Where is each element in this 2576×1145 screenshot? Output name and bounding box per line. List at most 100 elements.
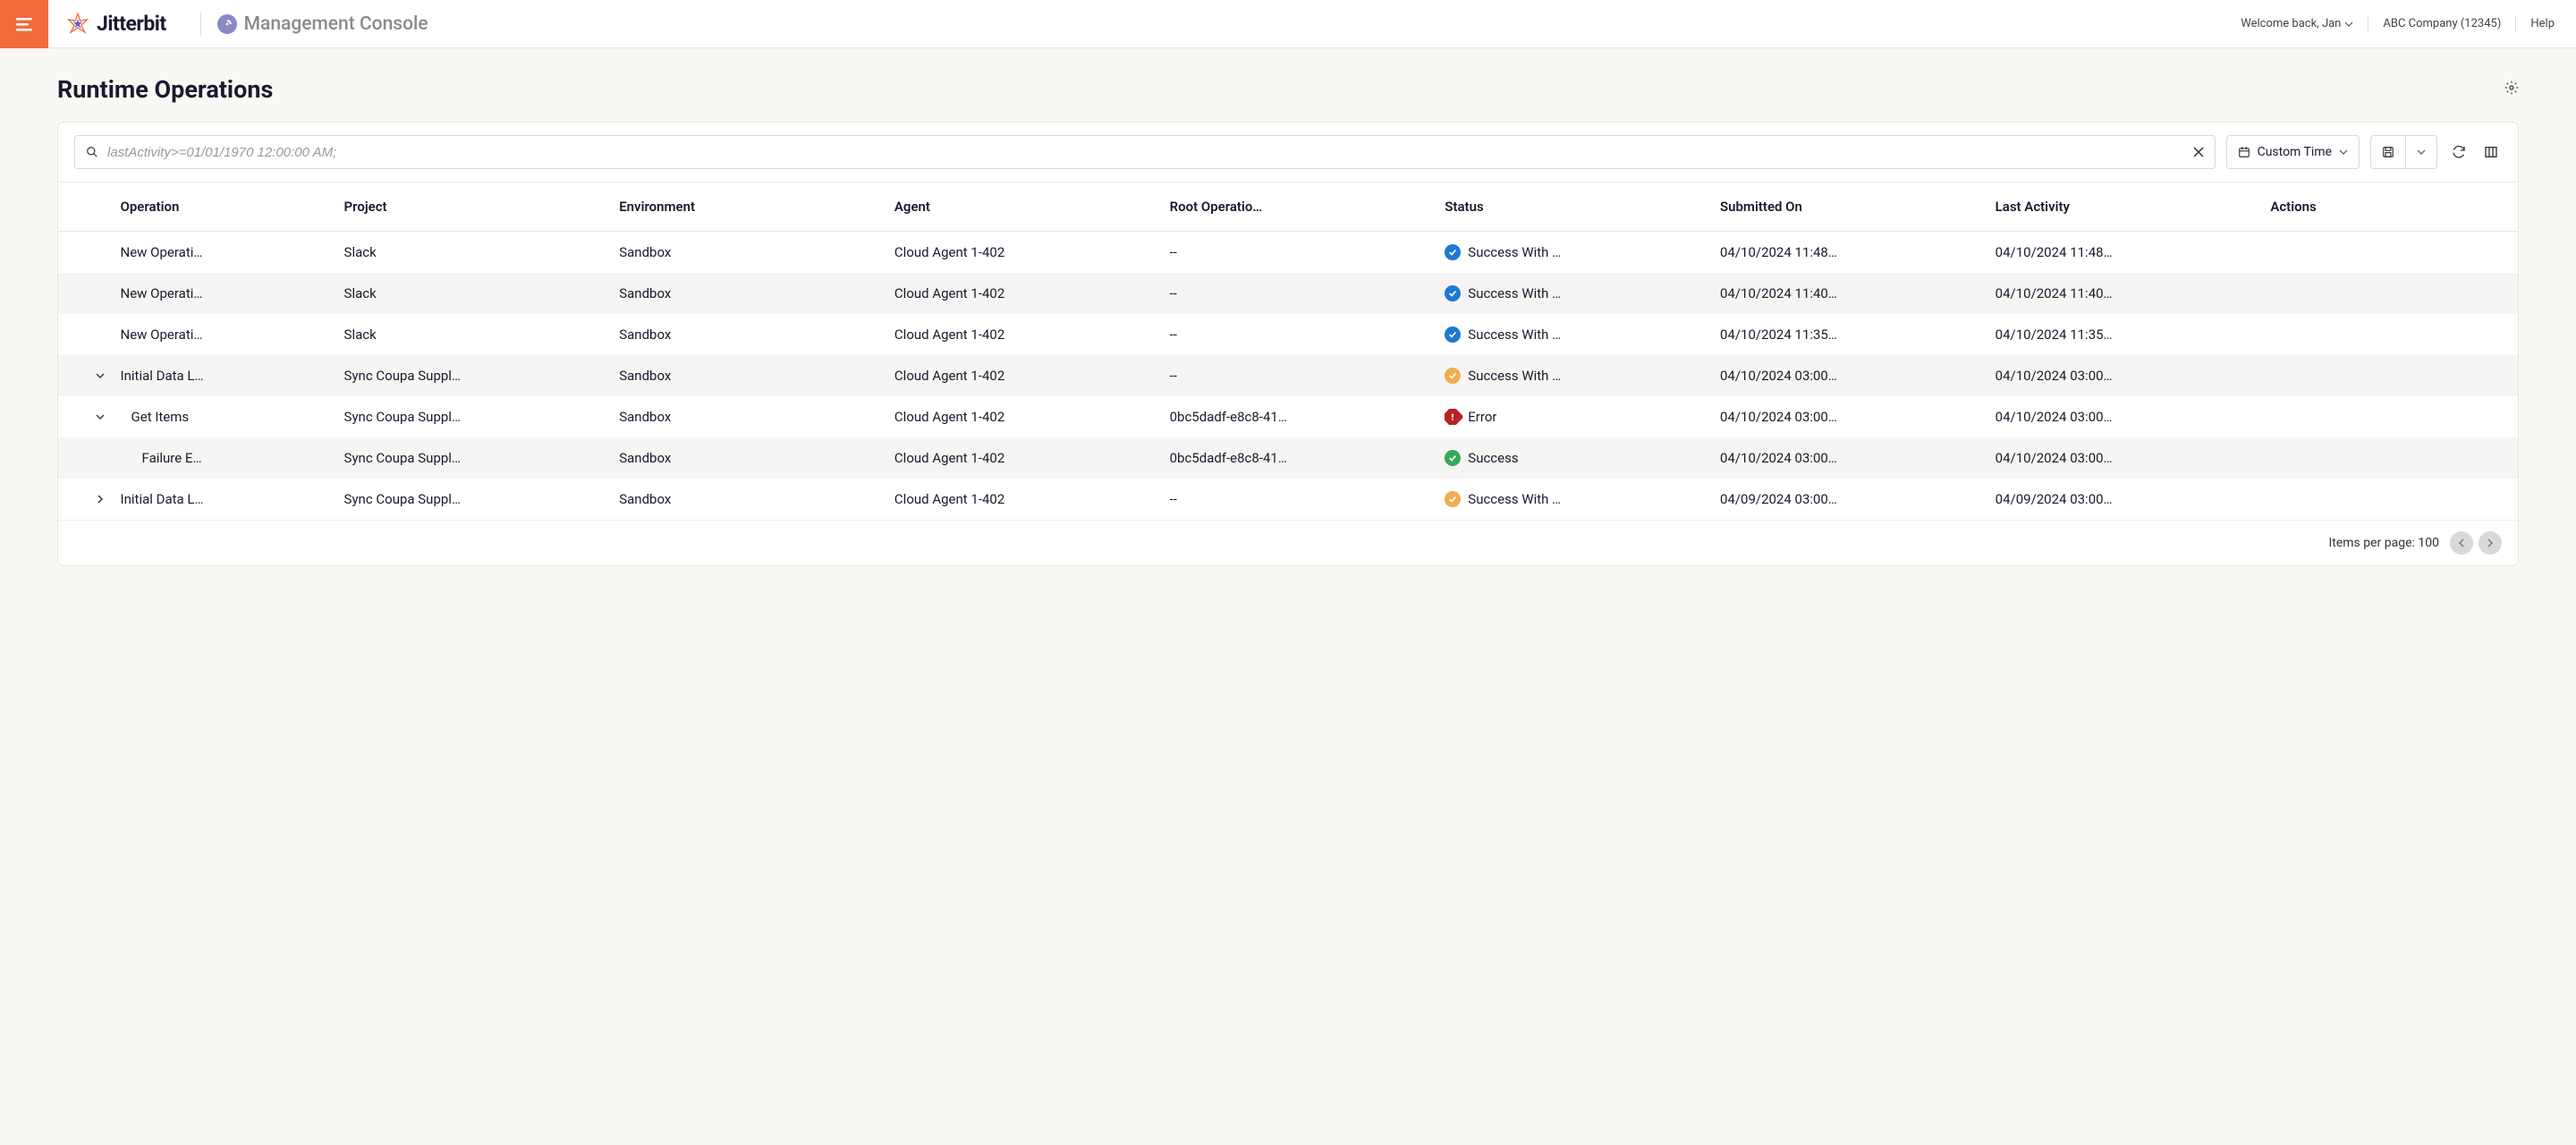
brand-name: Jitterbit	[97, 12, 166, 36]
cell-project: Sync Coupa Suppl…	[337, 479, 613, 520]
chevron-left-icon	[2457, 539, 2466, 547]
top-bar: Jitterbit Management Console Welcome bac…	[0, 0, 2576, 48]
col-status[interactable]: Status	[1437, 182, 1713, 232]
status-text: Success With …	[1468, 368, 1561, 384]
chevron-down-icon	[2344, 20, 2353, 29]
page-header: Runtime Operations	[57, 75, 2519, 104]
cell-root: --	[1163, 355, 1438, 396]
search-icon	[86, 146, 98, 158]
page-title: Runtime Operations	[57, 75, 273, 104]
save-dropdown-button[interactable]	[2405, 136, 2436, 168]
collapse-icon[interactable]	[94, 371, 106, 380]
cell-root: --	[1163, 479, 1438, 520]
expand-icon[interactable]	[94, 495, 106, 504]
col-submitted[interactable]: Submitted On	[1713, 182, 1988, 232]
close-icon	[2193, 147, 2204, 157]
col-last[interactable]: Last Activity	[1988, 182, 2264, 232]
clear-search-button[interactable]	[2193, 144, 2204, 161]
col-project[interactable]: Project	[337, 182, 613, 232]
status-text: Success With …	[1468, 244, 1561, 260]
col-root[interactable]: Root Operatio…	[1163, 182, 1438, 232]
next-page-button[interactable]	[2479, 531, 2502, 555]
table-row[interactable]: New Operati…SlackSandboxCloud Agent 1-40…	[58, 314, 2518, 355]
console-title: Management Console	[244, 13, 428, 35]
menu-toggle-button[interactable]	[0, 0, 48, 48]
cell-submitted: 04/10/2024 11:35…	[1713, 314, 1988, 355]
cell-project: Sync Coupa Suppl…	[337, 437, 613, 479]
prev-page-button[interactable]	[2450, 531, 2473, 555]
cell-environment: Sandbox	[612, 479, 887, 520]
status-icon	[1445, 285, 1461, 301]
cell-submitted: 04/10/2024 11:40…	[1713, 273, 1988, 314]
cell-agent: Cloud Agent 1-402	[887, 314, 1163, 355]
company-label[interactable]: ABC Company (12345)	[2383, 17, 2501, 30]
table-row[interactable]: Failure E… Sync Coupa Suppl…SandboxCloud …	[58, 437, 2518, 479]
cell-submitted: 04/09/2024 03:00…	[1713, 479, 1988, 520]
cell-project: Slack	[337, 232, 613, 274]
cell-last: 04/10/2024 11:40…	[1988, 273, 2264, 314]
table-row[interactable]: Initial Data L…Sync Coupa Suppl…SandboxC…	[58, 479, 2518, 520]
divider	[2515, 16, 2516, 32]
save-button-group	[2370, 135, 2437, 169]
col-actions[interactable]: Actions	[2263, 182, 2518, 232]
table-footer: Items per page: 100	[58, 520, 2518, 565]
settings-button[interactable]	[2504, 81, 2519, 98]
cell-environment: Sandbox	[612, 437, 887, 479]
cell-actions	[2263, 314, 2518, 355]
cell-last: 04/10/2024 03:00…	[1988, 396, 2264, 437]
cell-root: 0bc5dadf-e8c8-41…	[1163, 437, 1438, 479]
table-row[interactable]: New Operati…SlackSandboxCloud Agent 1-40…	[58, 273, 2518, 314]
col-operation[interactable]: Operation	[114, 182, 337, 232]
cell-actions	[2263, 355, 2518, 396]
cell-project: Slack	[337, 273, 613, 314]
col-environment[interactable]: Environment	[612, 182, 887, 232]
operation-name: New Operati…	[121, 244, 203, 260]
save-icon	[2382, 146, 2394, 158]
cell-project: Slack	[337, 314, 613, 355]
logo-area: Jitterbit	[48, 12, 184, 36]
divider	[200, 12, 201, 37]
cell-last: 04/10/2024 11:48…	[1988, 232, 2264, 274]
status-text: Success	[1468, 450, 1518, 466]
cell-actions	[2263, 479, 2518, 520]
status-icon	[1445, 491, 1461, 507]
status-icon	[1445, 244, 1461, 260]
col-agent[interactable]: Agent	[887, 182, 1163, 232]
chevron-down-icon	[2417, 148, 2426, 157]
table-row[interactable]: New Operati… SlackSandboxCloud Agent 1-40…	[58, 232, 2518, 274]
time-range-dropdown[interactable]: Custom Time	[2226, 135, 2360, 169]
cell-last: 04/10/2024 03:00…	[1988, 355, 2264, 396]
collapse-icon[interactable]	[94, 412, 106, 421]
cell-agent: Cloud Agent 1-402	[887, 437, 1163, 479]
operation-name: Initial Data L…	[121, 491, 204, 507]
status-text: Success With …	[1468, 327, 1561, 343]
cell-environment: Sandbox	[612, 232, 887, 274]
chevron-down-icon	[2339, 148, 2348, 157]
columns-button[interactable]	[2480, 135, 2502, 169]
refresh-button[interactable]	[2448, 135, 2470, 169]
gear-icon	[2504, 81, 2519, 95]
cell-agent: Cloud Agent 1-402	[887, 355, 1163, 396]
cell-actions	[2263, 437, 2518, 479]
cell-last: 04/10/2024 11:35…	[1988, 314, 2264, 355]
cell-root: --	[1163, 273, 1438, 314]
table-row[interactable]: Initial Data L…Sync Coupa Suppl…SandboxC…	[58, 355, 2518, 396]
jitterbit-logo-icon	[66, 13, 89, 36]
cell-environment: Sandbox	[612, 273, 887, 314]
console-gauge-icon	[217, 14, 237, 34]
cell-submitted: 04/10/2024 03:00…	[1713, 437, 1988, 479]
cell-agent: Cloud Agent 1-402	[887, 396, 1163, 437]
welcome-dropdown[interactable]: Welcome back, Jan	[2241, 17, 2353, 30]
cell-agent: Cloud Agent 1-402	[887, 232, 1163, 274]
operation-name: Initial Data L…	[121, 368, 204, 384]
status-text: Success With …	[1468, 491, 1561, 507]
items-per-page-label[interactable]: Items per page: 100	[2328, 536, 2439, 550]
search-input[interactable]	[107, 145, 2184, 160]
operation-name: Failure E…	[142, 450, 202, 466]
toolbar: Custom Time	[58, 123, 2518, 182]
help-link[interactable]: Help	[2530, 17, 2555, 30]
operations-table-wrap: Operation Project Environment Agent Root…	[58, 182, 2518, 520]
table-row[interactable]: Get ItemsSync Coupa Suppl…SandboxCloud A…	[58, 396, 2518, 437]
console-title-area: Management Console	[217, 13, 428, 35]
save-button[interactable]	[2371, 136, 2405, 168]
